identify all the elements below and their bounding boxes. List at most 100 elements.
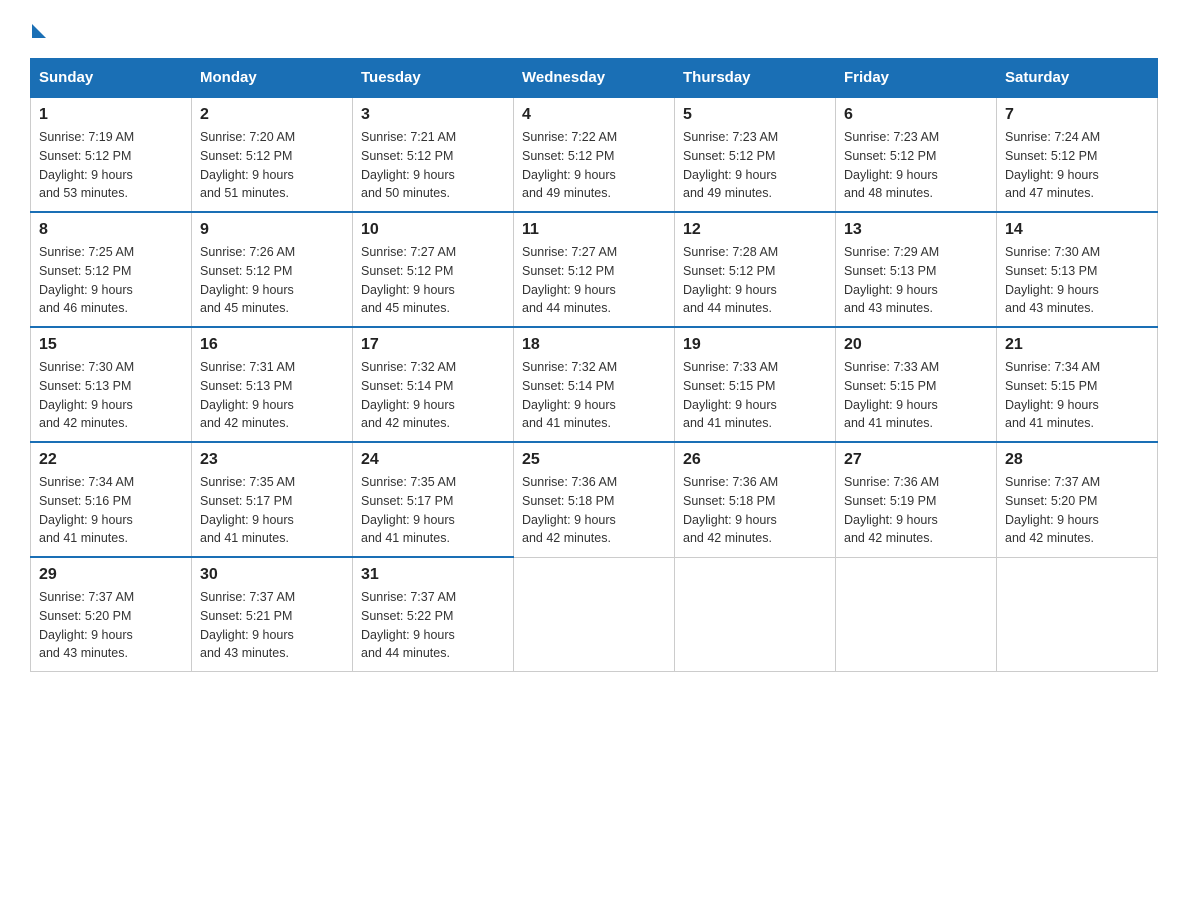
day-number: 10 [361,221,505,239]
calendar-cell: 7 Sunrise: 7:24 AM Sunset: 5:12 PM Dayli… [997,97,1158,212]
week-row-3: 15 Sunrise: 7:30 AM Sunset: 5:13 PM Dayl… [31,327,1158,442]
day-number: 25 [522,451,666,469]
weekday-header-thursday: Thursday [675,59,836,98]
weekday-header-friday: Friday [836,59,997,98]
calendar-cell: 1 Sunrise: 7:19 AM Sunset: 5:12 PM Dayli… [31,97,192,212]
day-info: Sunrise: 7:36 AM Sunset: 5:18 PM Dayligh… [522,473,666,548]
calendar-cell: 8 Sunrise: 7:25 AM Sunset: 5:12 PM Dayli… [31,212,192,327]
logo-arrow-icon [32,24,46,38]
day-info: Sunrise: 7:26 AM Sunset: 5:12 PM Dayligh… [200,243,344,318]
day-number: 1 [39,106,183,124]
day-info: Sunrise: 7:36 AM Sunset: 5:19 PM Dayligh… [844,473,988,548]
day-number: 13 [844,221,988,239]
weekday-header-wednesday: Wednesday [514,59,675,98]
calendar-cell: 23 Sunrise: 7:35 AM Sunset: 5:17 PM Dayl… [192,442,353,557]
calendar-cell: 31 Sunrise: 7:37 AM Sunset: 5:22 PM Dayl… [353,557,514,672]
day-number: 27 [844,451,988,469]
day-number: 26 [683,451,827,469]
day-number: 21 [1005,336,1149,354]
week-row-5: 29 Sunrise: 7:37 AM Sunset: 5:20 PM Dayl… [31,557,1158,672]
day-info: Sunrise: 7:33 AM Sunset: 5:15 PM Dayligh… [683,358,827,433]
logo [30,20,46,38]
calendar-cell: 25 Sunrise: 7:36 AM Sunset: 5:18 PM Dayl… [514,442,675,557]
calendar-cell [997,557,1158,672]
calendar-cell: 18 Sunrise: 7:32 AM Sunset: 5:14 PM Dayl… [514,327,675,442]
day-number: 24 [361,451,505,469]
day-info: Sunrise: 7:29 AM Sunset: 5:13 PM Dayligh… [844,243,988,318]
calendar-cell: 30 Sunrise: 7:37 AM Sunset: 5:21 PM Dayl… [192,557,353,672]
week-row-4: 22 Sunrise: 7:34 AM Sunset: 5:16 PM Dayl… [31,442,1158,557]
day-info: Sunrise: 7:37 AM Sunset: 5:21 PM Dayligh… [200,588,344,663]
calendar-cell: 9 Sunrise: 7:26 AM Sunset: 5:12 PM Dayli… [192,212,353,327]
day-number: 12 [683,221,827,239]
calendar-cell: 27 Sunrise: 7:36 AM Sunset: 5:19 PM Dayl… [836,442,997,557]
calendar-cell: 12 Sunrise: 7:28 AM Sunset: 5:12 PM Dayl… [675,212,836,327]
day-info: Sunrise: 7:19 AM Sunset: 5:12 PM Dayligh… [39,128,183,203]
day-info: Sunrise: 7:23 AM Sunset: 5:12 PM Dayligh… [844,128,988,203]
calendar-cell: 20 Sunrise: 7:33 AM Sunset: 5:15 PM Dayl… [836,327,997,442]
day-number: 31 [361,566,505,584]
day-number: 14 [1005,221,1149,239]
day-info: Sunrise: 7:32 AM Sunset: 5:14 PM Dayligh… [361,358,505,433]
calendar-cell: 28 Sunrise: 7:37 AM Sunset: 5:20 PM Dayl… [997,442,1158,557]
calendar-cell: 19 Sunrise: 7:33 AM Sunset: 5:15 PM Dayl… [675,327,836,442]
calendar-cell: 16 Sunrise: 7:31 AM Sunset: 5:13 PM Dayl… [192,327,353,442]
calendar-table: SundayMondayTuesdayWednesdayThursdayFrid… [30,58,1158,672]
week-row-2: 8 Sunrise: 7:25 AM Sunset: 5:12 PM Dayli… [31,212,1158,327]
calendar-cell: 13 Sunrise: 7:29 AM Sunset: 5:13 PM Dayl… [836,212,997,327]
day-number: 28 [1005,451,1149,469]
day-number: 2 [200,106,344,124]
day-number: 4 [522,106,666,124]
day-info: Sunrise: 7:37 AM Sunset: 5:20 PM Dayligh… [39,588,183,663]
day-info: Sunrise: 7:23 AM Sunset: 5:12 PM Dayligh… [683,128,827,203]
calendar-cell: 15 Sunrise: 7:30 AM Sunset: 5:13 PM Dayl… [31,327,192,442]
day-info: Sunrise: 7:27 AM Sunset: 5:12 PM Dayligh… [522,243,666,318]
day-number: 18 [522,336,666,354]
weekday-header-row: SundayMondayTuesdayWednesdayThursdayFrid… [31,59,1158,98]
calendar-cell [836,557,997,672]
day-number: 5 [683,106,827,124]
calendar-cell: 21 Sunrise: 7:34 AM Sunset: 5:15 PM Dayl… [997,327,1158,442]
day-info: Sunrise: 7:27 AM Sunset: 5:12 PM Dayligh… [361,243,505,318]
calendar-cell [514,557,675,672]
logo-row1 [30,20,46,38]
day-info: Sunrise: 7:36 AM Sunset: 5:18 PM Dayligh… [683,473,827,548]
day-number: 17 [361,336,505,354]
day-number: 3 [361,106,505,124]
day-info: Sunrise: 7:34 AM Sunset: 5:15 PM Dayligh… [1005,358,1149,433]
day-info: Sunrise: 7:30 AM Sunset: 5:13 PM Dayligh… [39,358,183,433]
day-number: 19 [683,336,827,354]
day-info: Sunrise: 7:37 AM Sunset: 5:20 PM Dayligh… [1005,473,1149,548]
day-info: Sunrise: 7:25 AM Sunset: 5:12 PM Dayligh… [39,243,183,318]
calendar-cell: 4 Sunrise: 7:22 AM Sunset: 5:12 PM Dayli… [514,97,675,212]
day-info: Sunrise: 7:21 AM Sunset: 5:12 PM Dayligh… [361,128,505,203]
calendar-cell: 3 Sunrise: 7:21 AM Sunset: 5:12 PM Dayli… [353,97,514,212]
day-number: 16 [200,336,344,354]
weekday-header-sunday: Sunday [31,59,192,98]
calendar-cell: 26 Sunrise: 7:36 AM Sunset: 5:18 PM Dayl… [675,442,836,557]
day-info: Sunrise: 7:37 AM Sunset: 5:22 PM Dayligh… [361,588,505,663]
day-number: 29 [39,566,183,584]
day-number: 11 [522,221,666,239]
day-info: Sunrise: 7:34 AM Sunset: 5:16 PM Dayligh… [39,473,183,548]
weekday-header-monday: Monday [192,59,353,98]
page-header [30,20,1158,38]
weekday-header-saturday: Saturday [997,59,1158,98]
calendar-cell: 5 Sunrise: 7:23 AM Sunset: 5:12 PM Dayli… [675,97,836,212]
calendar-cell: 6 Sunrise: 7:23 AM Sunset: 5:12 PM Dayli… [836,97,997,212]
day-number: 23 [200,451,344,469]
day-number: 6 [844,106,988,124]
day-info: Sunrise: 7:22 AM Sunset: 5:12 PM Dayligh… [522,128,666,203]
day-number: 9 [200,221,344,239]
weekday-header-tuesday: Tuesday [353,59,514,98]
calendar-cell: 24 Sunrise: 7:35 AM Sunset: 5:17 PM Dayl… [353,442,514,557]
day-info: Sunrise: 7:31 AM Sunset: 5:13 PM Dayligh… [200,358,344,433]
day-info: Sunrise: 7:28 AM Sunset: 5:12 PM Dayligh… [683,243,827,318]
day-info: Sunrise: 7:35 AM Sunset: 5:17 PM Dayligh… [200,473,344,548]
calendar-cell: 17 Sunrise: 7:32 AM Sunset: 5:14 PM Dayl… [353,327,514,442]
day-info: Sunrise: 7:32 AM Sunset: 5:14 PM Dayligh… [522,358,666,433]
day-info: Sunrise: 7:30 AM Sunset: 5:13 PM Dayligh… [1005,243,1149,318]
calendar-cell: 22 Sunrise: 7:34 AM Sunset: 5:16 PM Dayl… [31,442,192,557]
calendar-cell [675,557,836,672]
calendar-cell: 11 Sunrise: 7:27 AM Sunset: 5:12 PM Dayl… [514,212,675,327]
